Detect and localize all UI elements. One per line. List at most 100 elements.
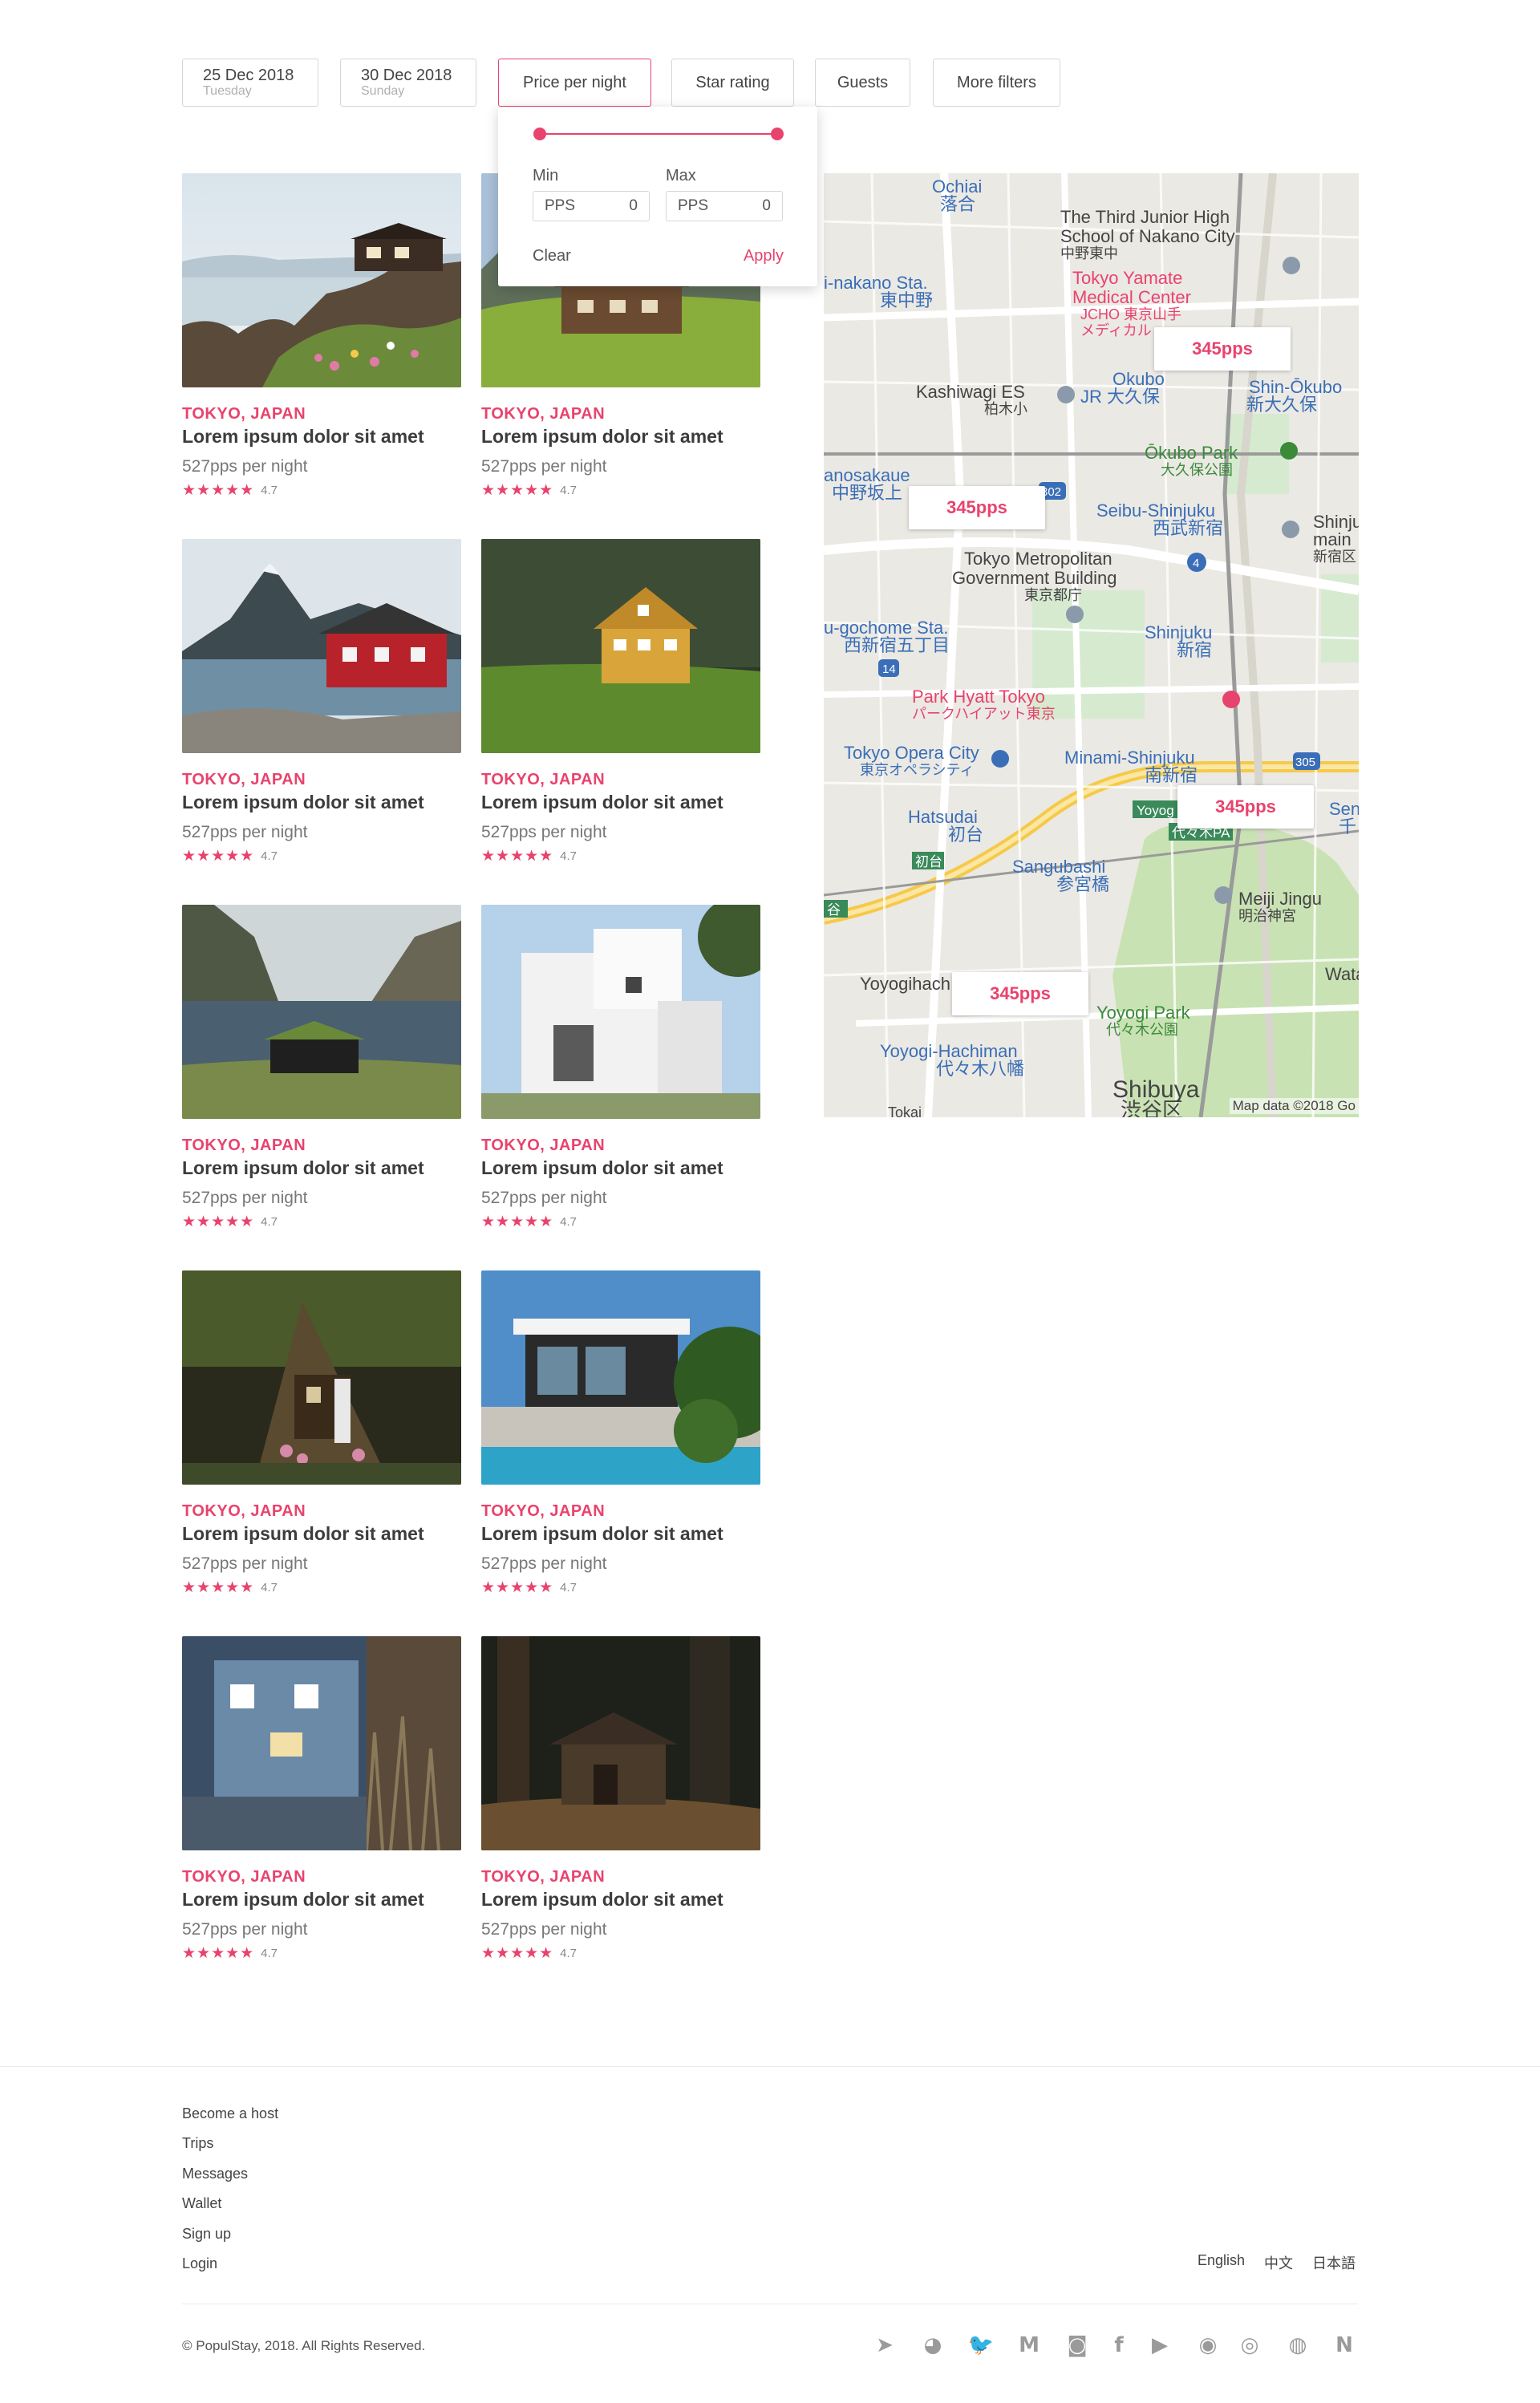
instagram-icon[interactable]: ◙ (1063, 2331, 1092, 2360)
star-icons: ★★★★★ (481, 482, 554, 499)
listing-title: Lorem ipsum dolor sit amet (481, 792, 723, 812)
svg-text:新宿: 新宿 (1177, 640, 1212, 660)
more-filters-button[interactable]: More filters (933, 59, 1060, 107)
price-pin[interactable]: 345pps (909, 486, 1045, 529)
svg-text:Watari: Watari (1325, 964, 1359, 984)
language-japanese[interactable]: 日本語 (1312, 2252, 1356, 2273)
svg-text:参宮橋: 参宮橋 (1056, 874, 1109, 894)
listing-card[interactable]: TOKYO, JAPAN Lorem ipsum dolor sit amet … (182, 173, 463, 500)
listing-photo[interactable] (182, 1270, 461, 1485)
star-icons: ★★★★★ (481, 848, 554, 865)
telegram-icon[interactable]: ➤ (870, 2331, 899, 2360)
listing-photo[interactable] (182, 539, 461, 753)
svg-text:Tokyo Opera City: Tokyo Opera City (844, 743, 979, 763)
footer-link-wallet[interactable]: Wallet (182, 2193, 278, 2223)
listing-photo[interactable] (182, 905, 461, 1119)
guests-filter-button[interactable]: Guests (815, 59, 910, 107)
star-icons: ★★★★★ (481, 1579, 554, 1596)
listing-rating: ★★★★★ 4.7 (182, 1944, 463, 1963)
checkin-date-button[interactable]: 25 Dec 2018 Tuesday (182, 59, 318, 107)
n-icon[interactable]: N (1330, 2331, 1359, 2360)
listing-photo[interactable] (481, 539, 760, 753)
rating-score: 4.7 (560, 849, 578, 863)
svg-text:Government Building: Government Building (952, 568, 1116, 588)
weibo-icon[interactable]: ◍ (1283, 2331, 1312, 2360)
rating-score: 4.7 (560, 1947, 578, 1960)
listing-card[interactable]: TOKYO, JAPAN Lorem ipsum dolor sit amet … (481, 1636, 762, 1963)
central-park-area (1032, 590, 1145, 719)
youtube-icon[interactable]: ▶ (1145, 2331, 1174, 2360)
github-icon[interactable]: ◉ (1194, 2331, 1222, 2360)
listing-location: TOKYO, JAPAN (481, 1502, 606, 1520)
footer-link-sign-up[interactable]: Sign up (182, 2223, 278, 2253)
rating-score: 4.7 (261, 1215, 278, 1229)
svg-text:東京都庁: 東京都庁 (1024, 587, 1082, 603)
listing-rating: ★★★★★ 4.7 (481, 481, 762, 500)
footer-link-login[interactable]: Login (182, 2253, 278, 2283)
svg-text:中野坂上: 中野坂上 (832, 483, 902, 503)
max-value: 0 (762, 197, 771, 214)
listing-price: 527pps per night (481, 457, 607, 476)
price-slider-min-handle[interactable] (533, 128, 546, 140)
clear-button[interactable]: Clear (533, 247, 571, 265)
price-slider-max-handle[interactable] (771, 128, 784, 140)
svg-text:柏木小: 柏木小 (984, 401, 1027, 417)
listing-photo[interactable] (182, 1636, 461, 1850)
price-filter-button[interactable]: Price per night (498, 59, 651, 107)
listing-title: Lorem ipsum dolor sit amet (182, 426, 424, 447)
wechat-icon[interactable]: ◕ (918, 2331, 947, 2360)
facebook-icon[interactable]: f (1104, 2331, 1133, 2360)
language-chinese[interactable]: 中文 (1264, 2252, 1293, 2273)
star-icons: ★★★★★ (182, 1579, 255, 1596)
price-pin[interactable]: 345pps (952, 972, 1088, 1015)
listing-photo[interactable] (182, 173, 461, 387)
listing-card[interactable]: TOKYO, JAPAN Lorem ipsum dolor sit amet … (481, 905, 762, 1231)
min-value: 0 (629, 197, 638, 214)
listing-photo[interactable] (481, 1636, 760, 1850)
listing-rating: ★★★★★ 4.7 (182, 1578, 463, 1597)
svg-text:東中野: 東中野 (880, 290, 933, 310)
footer-link-become-host[interactable]: Become a host (182, 2103, 278, 2133)
listing-location: TOKYO, JAPAN (182, 405, 306, 423)
language-english[interactable]: English (1198, 2252, 1245, 2269)
listing-card[interactable]: TOKYO, JAPAN Lorem ipsum dolor sit amet … (182, 905, 463, 1231)
svg-text:JCHO 東京山手: JCHO 東京山手 (1080, 306, 1181, 322)
twitter-icon[interactable]: 🐦 (967, 2331, 995, 2360)
listing-rating: ★★★★★ 4.7 (182, 481, 463, 500)
listing-price: 527pps per night (182, 1920, 308, 1939)
copyright: © PopulStay, 2018. All Rights Reserved. (182, 2338, 426, 2353)
listing-card[interactable]: TOKYO, JAPAN Lorem ipsum dolor sit amet … (481, 1270, 762, 1597)
svg-text:大久保公園: 大久保公園 (1161, 462, 1233, 478)
footer-link-trips[interactable]: Trips (182, 2133, 278, 2162)
star-rating-filter-button[interactable]: Star rating (671, 59, 794, 107)
listing-rating: ★★★★★ 4.7 (182, 1213, 463, 1231)
listing-card[interactable]: TOKYO, JAPAN Lorem ipsum dolor sit amet … (481, 539, 762, 865)
svg-text:4: 4 (1193, 557, 1199, 570)
apply-button[interactable]: Apply (744, 247, 784, 265)
min-label: Min (533, 167, 559, 184)
listing-photo[interactable] (481, 1270, 760, 1485)
price-pin[interactable]: 345pps (1177, 785, 1314, 829)
footer-link-messages[interactable]: Messages (182, 2163, 278, 2193)
price-pin[interactable]: 345pps (1154, 327, 1291, 371)
listing-card[interactable]: TOKYO, JAPAN Lorem ipsum dolor sit amet … (182, 1636, 463, 1963)
listing-photo[interactable] (481, 905, 760, 1119)
svg-text:School of Nakano City: School of Nakano City (1060, 226, 1235, 246)
min-price-input[interactable]: PPS 0 (533, 191, 650, 221)
max-label: Max (666, 167, 696, 184)
checkin-date: 25 Dec 2018 (203, 67, 294, 84)
listing-card[interactable]: TOKYO, JAPAN Lorem ipsum dolor sit amet … (182, 539, 463, 865)
checkout-day: Sunday (361, 84, 405, 98)
listing-rating: ★★★★★ 4.7 (481, 1944, 762, 1963)
map[interactable]: Ochiai 落合 The Third Junior High School o… (824, 173, 1359, 1117)
listing-location: TOKYO, JAPAN (481, 771, 606, 788)
listing-card[interactable]: TOKYO, JAPAN Lorem ipsum dolor sit amet … (182, 1270, 463, 1597)
reddit-icon[interactable]: ◎ (1235, 2331, 1264, 2360)
checkout-date-button[interactable]: 30 Dec 2018 Sunday (340, 59, 476, 107)
listing-rating: ★★★★★ 4.7 (481, 1578, 762, 1597)
listing-location: TOKYO, JAPAN (481, 1868, 606, 1886)
max-price-input[interactable]: PPS 0 (666, 191, 783, 221)
svg-text:305: 305 (1295, 756, 1315, 769)
price-slider-track[interactable] (540, 133, 777, 135)
medium-icon[interactable]: M (1015, 2331, 1044, 2360)
